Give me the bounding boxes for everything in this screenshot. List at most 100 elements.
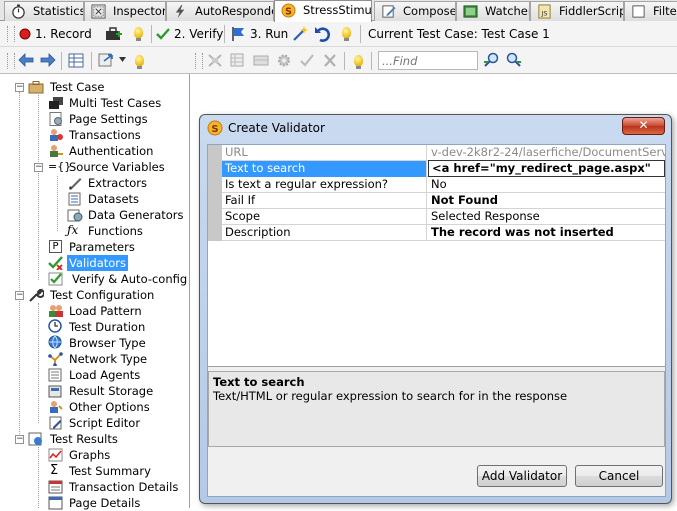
- tip-bulb-icon[interactable]: [135, 55, 144, 69]
- tree-connector: [38, 95, 39, 280]
- tab-filters[interactable]: Filters: [624, 1, 677, 21]
- property-value[interactable]: The record was not inserted: [428, 225, 665, 241]
- tree-label: Datasets: [88, 192, 140, 206]
- undo-icon[interactable]: [314, 25, 331, 42]
- help-text: Text/HTML or regular expression to searc…: [213, 389, 568, 403]
- verify-label: 2. Verify: [174, 27, 224, 41]
- tab-watcher[interactable]: Watcher: [456, 1, 530, 21]
- grid-add-icon[interactable]: [230, 53, 246, 68]
- property-row-scope[interactable]: Scope Selected Response: [208, 209, 665, 225]
- validator-icon: [48, 256, 63, 270]
- compose-icon: [382, 5, 396, 18]
- tree-connector: [19, 92, 20, 440]
- verify-button[interactable]: 2. Verify: [156, 25, 224, 43]
- property-row-regex[interactable]: Is text a regular expression? No: [208, 177, 665, 193]
- tree-label: Data Generators: [88, 208, 184, 222]
- collapse-toggle[interactable]: −: [15, 435, 24, 444]
- tree-label: Script Editor: [69, 416, 141, 430]
- page-settings-icon: [49, 112, 62, 126]
- collapse-toggle[interactable]: −: [34, 163, 43, 172]
- tree-label: Result Storage: [69, 384, 154, 398]
- collapse-toggle[interactable]: −: [15, 291, 24, 300]
- briefcase-icon: [28, 81, 44, 94]
- agents-icon: [48, 368, 62, 382]
- text-to-search-input[interactable]: <a href="my_redirect_page.aspx": [428, 160, 665, 177]
- toolbar-grip: [7, 26, 15, 42]
- property-value: v-dev-2k8r2-24/laserfiche/DocumentServic…: [431, 145, 665, 159]
- tab-statistics[interactable]: Statistics: [4, 1, 84, 21]
- tip-bulb-icon[interactable]: [134, 27, 143, 41]
- tree-label: Parameters: [69, 240, 135, 254]
- property-value[interactable]: No: [428, 177, 665, 193]
- back-arrow-icon[interactable]: [18, 53, 34, 67]
- checkmark-icon: [156, 28, 170, 40]
- navigation-tree: − Test Case Multi Test Cases Page Settin…: [0, 74, 190, 510]
- tree-label: Test Summary: [69, 464, 151, 478]
- tree-label: Authentication: [69, 144, 154, 158]
- tree-label: Test Case: [50, 80, 105, 94]
- add-validator-button[interactable]: Add Validator: [477, 465, 567, 487]
- tree-label-selected: Validators: [67, 255, 129, 271]
- function-icon: ƒx: [67, 223, 79, 237]
- collapse-toggle[interactable]: −: [15, 83, 24, 92]
- tab-composer[interactable]: Composer: [374, 1, 456, 21]
- globe-icon: [48, 335, 62, 349]
- grid-view-icon[interactable]: [68, 53, 84, 68]
- row-margin: [208, 225, 222, 241]
- tab-label: Filters: [653, 4, 677, 18]
- tip-bulb-icon[interactable]: [354, 55, 363, 69]
- find-input[interactable]: [378, 51, 478, 70]
- watcher-icon: [463, 5, 478, 18]
- toolbar-separator: [360, 25, 361, 43]
- property-value[interactable]: Not Found: [428, 193, 665, 209]
- export-icon[interactable]: [98, 52, 116, 68]
- svg-text:S: S: [285, 6, 292, 17]
- dialog-body: URL v-dev-2k8r2-24/laserfiche/DocumentSe…: [207, 144, 666, 497]
- tree-label: Transaction Details: [69, 480, 179, 494]
- cancel-button[interactable]: Cancel: [575, 465, 663, 487]
- property-value[interactable]: Selected Response: [428, 209, 665, 225]
- gear-disabled-icon[interactable]: [276, 53, 292, 68]
- tab-inspectors[interactable]: Inspectors: [84, 1, 166, 21]
- wizard-icon[interactable]: [292, 25, 309, 42]
- tab-label: Inspectors: [113, 4, 165, 18]
- tab-stressstimulus[interactable]: S StressStimulus: [274, 0, 372, 22]
- close-button[interactable]: ✕: [622, 117, 665, 135]
- tree-label: Source Variables: [69, 160, 165, 174]
- transactions-icon: [50, 129, 63, 141]
- property-row-description[interactable]: Description The record was not inserted: [208, 225, 665, 241]
- grid-edit-icon[interactable]: [253, 53, 269, 68]
- storage-icon: [48, 385, 62, 398]
- pen-icon: [69, 178, 82, 190]
- property-row-url[interactable]: URL v-dev-2k8r2-24/laserfiche/DocumentSe…: [208, 145, 665, 161]
- forward-arrow-icon[interactable]: [40, 53, 56, 67]
- toolkit-icon[interactable]: [105, 26, 123, 42]
- toolbar-separator: [91, 52, 92, 70]
- record-button[interactable]: 1. Record: [17, 25, 103, 43]
- results-icon: [28, 432, 42, 446]
- help-title: Text to search: [213, 375, 305, 389]
- delete-disabled-icon[interactable]: [322, 53, 338, 68]
- svg-text:S: S: [211, 124, 218, 135]
- find-next-icon[interactable]: [505, 52, 522, 69]
- tree-label: Other Options: [69, 400, 150, 414]
- check-disabled-icon[interactable]: [299, 53, 315, 68]
- dropdown-arrow-icon[interactable]: [119, 57, 126, 62]
- graph-icon: [48, 448, 63, 462]
- tip-bulb-icon[interactable]: [342, 27, 351, 41]
- tool-disabled-icon[interactable]: [207, 53, 223, 68]
- multi-briefcase-icon: [49, 97, 63, 109]
- tab-bar: Statistics Inspectors AutoResponder S St…: [0, 0, 677, 22]
- run-button[interactable]: 3. Run: [230, 25, 288, 43]
- main-toolbar: 1. Record 2. Verify 3. Run Current Test …: [0, 21, 677, 47]
- tab-autoresponder[interactable]: AutoResponder: [166, 1, 274, 21]
- tree-label: Page Details: [69, 496, 141, 510]
- find-previous-icon[interactable]: [483, 52, 500, 69]
- property-row-fail-if[interactable]: Fail If Not Found: [208, 193, 665, 209]
- property-name-selected: Text to search: [222, 161, 427, 177]
- record-label: 1. Record: [35, 27, 92, 41]
- user-key-icon: [50, 145, 63, 157]
- property-row-text-to-search[interactable]: Text to search <a href="my_redirect_page…: [208, 160, 665, 177]
- tab-label: StressStimulus: [303, 3, 372, 17]
- tab-fiddlerscript[interactable]: JS FiddlerScript: [530, 1, 624, 21]
